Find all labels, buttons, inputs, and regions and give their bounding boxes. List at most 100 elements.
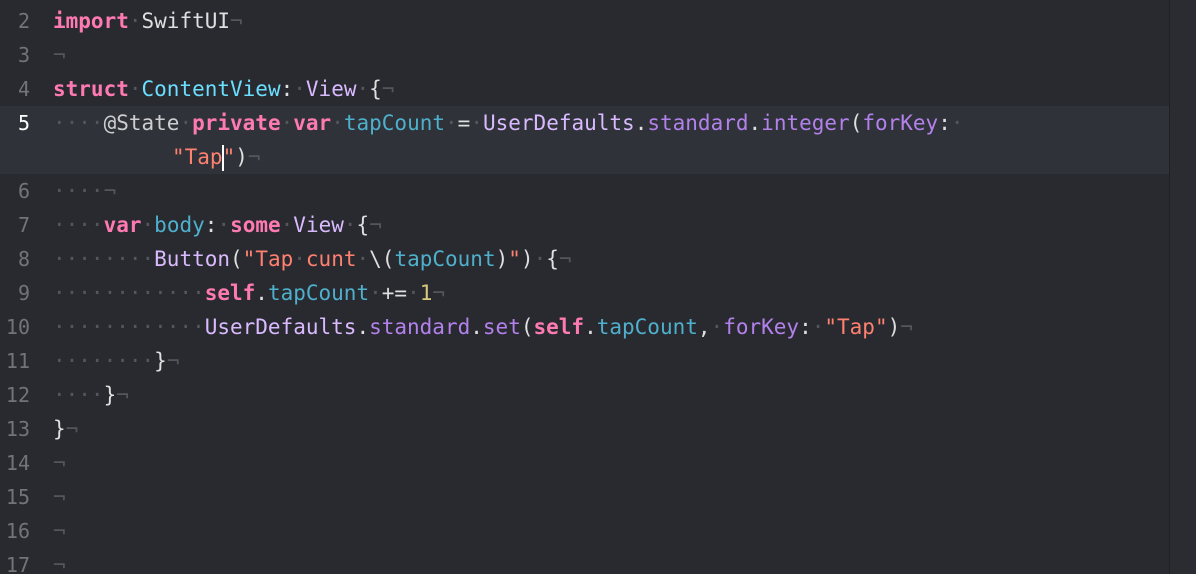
- invisible-char: ¬: [53, 43, 66, 67]
- code-token: {: [369, 77, 382, 101]
- invisible-char: ········: [53, 349, 155, 373]
- invisible-char: ¬: [53, 451, 66, 475]
- invisible-char: ¬: [53, 519, 66, 543]
- invisible-char: ····: [53, 213, 104, 237]
- code-line[interactable]: 11 ········}¬: [0, 344, 1169, 378]
- code-line[interactable]: 8 ········Button("Tap·cunt·\(tapCount)")·…: [0, 242, 1169, 276]
- code-token: :: [204, 213, 218, 237]
- code-token: private: [192, 111, 281, 135]
- code-token: +=: [381, 281, 408, 305]
- code-token: .: [356, 315, 370, 339]
- code-token: "Tap: [242, 247, 294, 271]
- code-line[interactable]: 12 ····}¬: [0, 378, 1169, 412]
- invisible-char: ············: [53, 315, 205, 339]
- code-text: ¬: [53, 548, 66, 574]
- invisible-char: ¬: [230, 9, 243, 33]
- code-text: ¬: [53, 38, 66, 72]
- invisible-char: ·: [179, 111, 193, 135]
- code-token: ): [235, 145, 248, 169]
- code-line[interactable]: 16 ¬: [0, 514, 1169, 548]
- invisible-char: ·: [128, 77, 142, 101]
- invisible-char: ····: [53, 111, 104, 135]
- code-token: :: [280, 77, 294, 101]
- invisible-char: ¬: [381, 77, 395, 101]
- code-line[interactable]: 6 ····¬: [0, 174, 1169, 208]
- invisible-char: ·: [356, 247, 370, 271]
- code-text: ¬: [53, 446, 66, 480]
- code-token: set: [482, 315, 521, 339]
- code-text-wrapped: "Tap")¬: [172, 140, 261, 174]
- line-number: 16: [5, 519, 30, 543]
- vertical-scrollbar[interactable]: [1169, 0, 1196, 574]
- invisible-char: ·: [128, 9, 142, 33]
- line-number: 5: [17, 111, 30, 135]
- code-text: ¬: [53, 514, 66, 548]
- code-token: tapCount: [394, 247, 496, 271]
- code-line[interactable]: 13}¬: [0, 412, 1169, 446]
- code-line[interactable]: 14 ¬: [0, 446, 1169, 480]
- line-number: 6: [17, 179, 30, 203]
- invisible-char: ·: [356, 77, 370, 101]
- code-token: (: [849, 111, 863, 135]
- code-token: \(: [369, 247, 395, 271]
- current-code-line[interactable]: 5 ····@State·private·var·tapCount·=·UserD…: [0, 106, 1169, 174]
- code-text: ········Button("Tap·cunt·\(tapCount)")·{…: [53, 242, 572, 276]
- code-token: }: [103, 383, 117, 407]
- invisible-char: ·: [280, 213, 294, 237]
- invisible-char: ····¬: [53, 179, 117, 203]
- code-token: standard: [369, 315, 471, 339]
- invisible-char: ¬: [369, 213, 382, 237]
- code-line[interactable]: 3 ¬: [0, 38, 1169, 72]
- invisible-char: ·: [343, 213, 357, 237]
- code-token: forKey: [723, 315, 800, 339]
- line-number: 10: [5, 315, 30, 339]
- invisible-char: ········: [53, 247, 155, 271]
- code-token: .: [470, 315, 483, 339]
- code-token: }: [53, 417, 66, 441]
- code-token: "Tap": [824, 315, 888, 339]
- code-token: ): [887, 315, 901, 339]
- code-line[interactable]: 10 ············UserDefaults.standard.set(…: [0, 310, 1169, 344]
- code-token: tapCount: [343, 111, 446, 135]
- code-text: ¬: [53, 480, 66, 514]
- invisible-char: ¬: [247, 145, 261, 169]
- invisible-char: ·: [293, 77, 306, 101]
- code-line[interactable]: 7 ····var·body:·some·View·{¬: [0, 208, 1169, 242]
- invisible-char: ·: [445, 111, 458, 135]
- code-token: 1: [419, 281, 433, 305]
- invisible-char: ¬: [53, 485, 66, 509]
- code-token: self: [533, 315, 585, 339]
- invisible-char: ¬: [432, 281, 446, 305]
- code-token: "Tap: [172, 145, 223, 169]
- code-line[interactable]: 2 import·SwiftUI¬: [0, 4, 1169, 38]
- code-text: ········}¬: [53, 344, 179, 378]
- invisible-char: ·: [811, 315, 825, 339]
- code-token: import: [53, 9, 129, 33]
- code-text: struct·ContentView:·View·{¬: [53, 72, 394, 106]
- code-line[interactable]: 9 ············self.tapCount·+=·1¬: [0, 276, 1169, 310]
- code-line[interactable]: 4 struct·ContentView:·View·{¬: [0, 72, 1169, 106]
- code-token: :: [799, 315, 812, 339]
- invisible-char: ·: [369, 281, 382, 305]
- code-editor[interactable]: 2 import·SwiftUI¬ 3 ¬ 4 struct·ContentView:·V…: [0, 0, 1196, 574]
- invisible-char: ¬: [558, 247, 572, 271]
- code-line[interactable]: 15 ¬: [0, 480, 1169, 514]
- line-number: 9: [17, 281, 30, 305]
- line-number: 15: [5, 485, 30, 509]
- invisible-char: ·: [331, 111, 344, 135]
- invisible-char: ············: [53, 281, 205, 305]
- invisible-char: ¬: [116, 383, 129, 407]
- line-number: 11: [5, 349, 30, 373]
- code-text: ····¬: [53, 174, 116, 208]
- code-line[interactable]: 17 ¬: [0, 548, 1169, 574]
- code-token: ": [508, 247, 521, 271]
- code-token: UserDefaults: [482, 111, 635, 135]
- code-token: ": [222, 145, 236, 169]
- invisible-char: ·: [280, 111, 294, 135]
- invisible-char: ¬: [65, 417, 79, 441]
- invisible-char: ·: [533, 247, 547, 271]
- code-token: :: [938, 111, 951, 135]
- invisible-char: ·: [950, 111, 964, 135]
- line-number: 2: [17, 9, 30, 33]
- invisible-char: ·: [407, 281, 420, 305]
